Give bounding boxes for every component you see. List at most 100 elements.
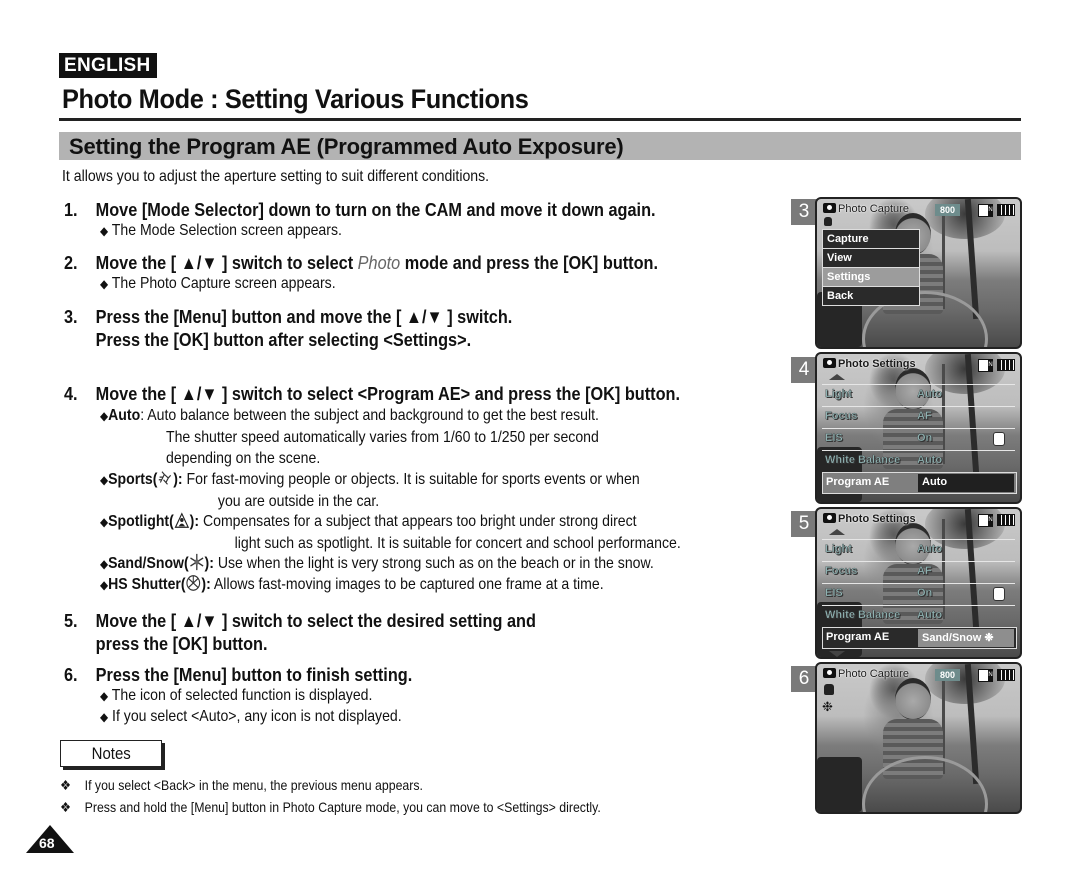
- setting-label: Light: [825, 543, 852, 555]
- setting-value: Auto: [917, 609, 943, 621]
- option-spotlight: ◆Spotlight(): Compensates for a subject …: [100, 511, 681, 554]
- setting-value: Auto: [917, 543, 943, 555]
- menu-item-capture[interactable]: Capture: [823, 230, 919, 249]
- setting-label: White Balance: [825, 609, 901, 621]
- bullet-icon: ◆: [100, 224, 109, 238]
- step-1: 1. Move [Mode Selector] down to turn on t…: [64, 199, 656, 221]
- page-number-text: 68: [39, 835, 55, 851]
- bullet-text: The icon of selected function is display…: [111, 687, 373, 704]
- option-name: Spotlight(: [108, 513, 174, 530]
- capture-menu: Capture View Settings Back: [822, 229, 920, 306]
- quality-icon: [978, 669, 993, 682]
- language-badge: ENGLISH: [59, 53, 157, 78]
- setting-label: Focus: [825, 410, 858, 422]
- option-hs-shutter: ◆HS Shutter(): Allows fast-moving images…: [100, 574, 604, 594]
- step-number: 2.: [64, 252, 78, 273]
- step-text: Move [Mode Selector] down to turn on the…: [95, 199, 656, 220]
- setting-value: AF: [917, 410, 932, 422]
- option-sand-snow: ◆Sand/Snow(): Use when the light is very…: [100, 553, 654, 573]
- step-number: 3.: [64, 306, 78, 327]
- setting-row-eis[interactable]: EIS On: [822, 428, 1015, 449]
- menu-item-settings[interactable]: Settings: [823, 268, 919, 287]
- note-item: ❖ If you select <Back> in the menu, the p…: [60, 777, 423, 794]
- bullet-text: If you select <Auto>, any icon is not di…: [112, 708, 402, 725]
- camera-icon: [823, 513, 836, 523]
- setting-row-focus[interactable]: Focus AF: [822, 561, 1015, 582]
- notes-label: Notes: [60, 740, 162, 767]
- battery-icon: [997, 669, 1015, 681]
- screen-title: Photo Settings: [838, 358, 916, 370]
- setting-row-light[interactable]: Light Auto: [822, 539, 1015, 560]
- menu-item-back[interactable]: Back: [823, 287, 919, 305]
- setting-label: EIS: [825, 587, 843, 599]
- step-5: 5. Move the [ ▲/▼ ] switch to select the …: [64, 609, 536, 655]
- scroll-up-icon[interactable]: [829, 374, 845, 380]
- option-name: Sand/Snow(: [108, 555, 189, 572]
- screen-label: 4: [791, 357, 817, 383]
- setting-value: On: [917, 432, 933, 444]
- spotlight-icon: [174, 512, 189, 528]
- option-desc: Use when the light is very strong such a…: [217, 555, 654, 572]
- step-number: 6.: [64, 664, 78, 685]
- step-4: 4. Move the [ ▲/▼ ] switch to select <Pro…: [64, 383, 680, 405]
- eis-hand-icon: [824, 684, 834, 695]
- option-sports: ◆Sports(): For fast-moving people or obj…: [100, 469, 640, 512]
- option-desc-cont: The shutter speed automatically varies f…: [166, 429, 599, 446]
- camera-icon: [823, 358, 836, 368]
- setting-label: Program AE: [826, 476, 890, 488]
- camera-icon: [823, 668, 836, 678]
- bullet-icon: ◆: [100, 578, 109, 592]
- screen-photo-settings-auto: Photo Settings Light Auto Focus AF EIS On W…: [815, 352, 1022, 504]
- bullet-icon: ◆: [100, 710, 109, 724]
- setting-row-white-balance[interactable]: White Balance Auto: [822, 605, 1015, 626]
- bullet-icon: ◆: [100, 473, 109, 487]
- step-2: 2. Move the [ ▲/▼ ] switch to select Phot…: [64, 252, 658, 274]
- setting-row-program-ae[interactable]: Program AE Auto: [822, 472, 1017, 494]
- setting-label: White Balance: [825, 454, 901, 466]
- screen-label: 6: [791, 666, 817, 692]
- option-separator: ):: [173, 471, 183, 488]
- eis-hand-icon: [993, 587, 1005, 601]
- setting-row-light[interactable]: Light Auto: [822, 384, 1015, 405]
- option-desc-cont: depending on the scene.: [166, 450, 321, 467]
- step-text: Move the [ ▲/▼ ] switch to select <Progr…: [95, 383, 681, 404]
- scroll-down-icon[interactable]: [829, 651, 845, 657]
- screen-photo-capture-result: Photo Capture 800 ❉: [815, 662, 1022, 814]
- note-bullet-icon: ❖: [60, 777, 72, 793]
- option-separator: ):: [204, 555, 214, 572]
- hs-shutter-icon: [186, 575, 201, 591]
- setting-row-eis[interactable]: EIS On: [822, 583, 1015, 604]
- battery-icon: [997, 359, 1015, 371]
- step-number: 5.: [64, 610, 78, 631]
- intro-text: It allows you to adjust the aperture set…: [62, 168, 490, 185]
- bullet-text: The Photo Capture screen appears.: [111, 275, 336, 292]
- quality-icon: [978, 204, 993, 217]
- scroll-up-icon[interactable]: [829, 529, 845, 535]
- option-name: HS Shutter(: [108, 576, 186, 593]
- step-text: Press the [Menu] button and move the [ ▲…: [95, 306, 513, 327]
- bullet-icon: ◆: [100, 277, 109, 291]
- setting-row-white-balance[interactable]: White Balance Auto: [822, 450, 1015, 471]
- bullet-icon: ◆: [100, 689, 109, 703]
- setting-row-program-ae[interactable]: Program AE Sand/Snow ❉: [822, 627, 1017, 649]
- setting-row-focus[interactable]: Focus AF: [822, 406, 1015, 427]
- screen-title: Photo Capture: [838, 203, 909, 215]
- sports-icon: [158, 471, 172, 485]
- step-text: Move the [ ▲/▼ ] switch to select the de…: [95, 610, 536, 631]
- notes-label-text: Notes: [91, 744, 131, 763]
- battery-icon: [997, 204, 1015, 216]
- sand-snow-icon: ❉: [822, 699, 833, 714]
- step-text: Move the [ ▲/▼ ] switch to select: [95, 252, 358, 273]
- resolution-badge: 800: [935, 669, 961, 681]
- step-number: 1.: [64, 199, 78, 220]
- eis-hand-icon: [824, 217, 832, 226]
- screen-label: 3: [791, 199, 817, 225]
- bullet-text: The Mode Selection screen appears.: [111, 222, 342, 239]
- note-item: ❖ Press and hold the [Menu] button in Pho…: [60, 799, 601, 816]
- option-separator: :: [140, 407, 145, 424]
- bullet-icon: ◆: [100, 557, 109, 571]
- step-text: mode and press the [OK] button.: [400, 252, 659, 273]
- menu-item-view[interactable]: View: [823, 249, 919, 268]
- screen-photo-settings-sand-snow: Photo Settings Light Auto Focus AF EIS On W…: [815, 507, 1022, 659]
- battery-icon: [997, 514, 1015, 526]
